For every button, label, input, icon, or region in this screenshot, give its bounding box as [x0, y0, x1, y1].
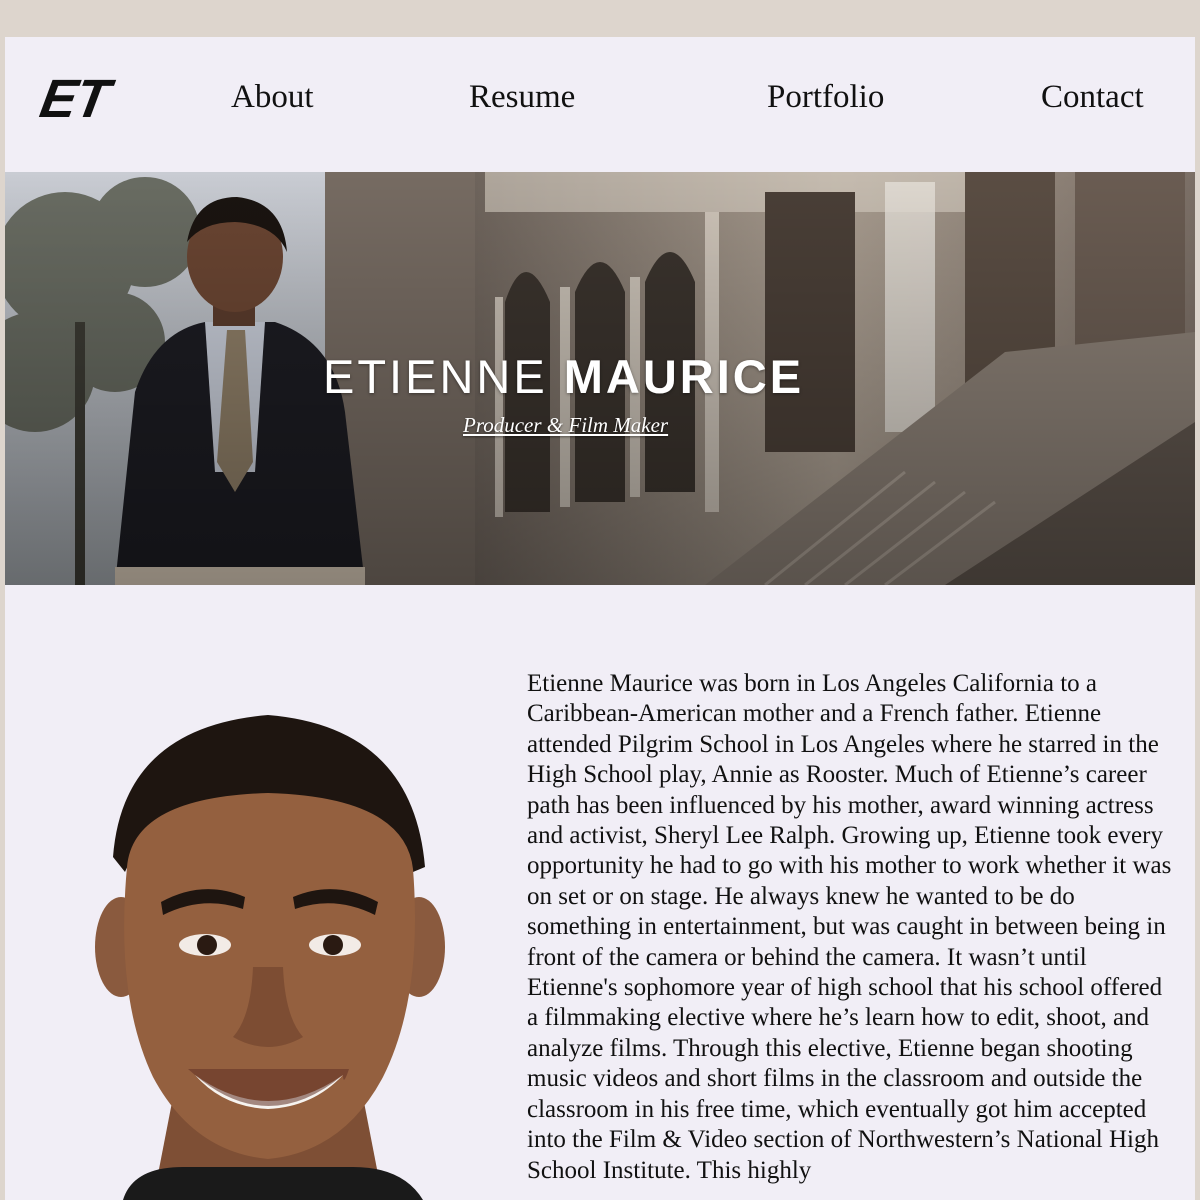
- portrait-photo: [95, 715, 445, 1200]
- hero-last-name: MAURICE: [563, 350, 805, 403]
- nav-link-about[interactable]: About: [231, 77, 314, 117]
- hero-title: ETIENNE MAURICE: [323, 350, 883, 404]
- about-bio-text: Etienne Maurice was born in Los Angeles …: [527, 670, 1172, 1184]
- page-container: ET About Resume Portfolio Contact ETIENN…: [5, 37, 1195, 1200]
- hero-first-name: ETIENNE: [323, 350, 548, 403]
- site-logo[interactable]: ET: [36, 69, 114, 129]
- nav-link-resume[interactable]: Resume: [469, 77, 575, 117]
- hero-banner: ETIENNE MAURICE Producer & Film Maker: [5, 172, 1195, 585]
- nav-link-portfolio[interactable]: Portfolio: [767, 77, 884, 117]
- nav-link-contact[interactable]: Contact: [1041, 77, 1144, 117]
- hero-subtitle[interactable]: Producer & Film Maker: [463, 412, 703, 438]
- site-header: ET About Resume Portfolio Contact: [5, 37, 1195, 172]
